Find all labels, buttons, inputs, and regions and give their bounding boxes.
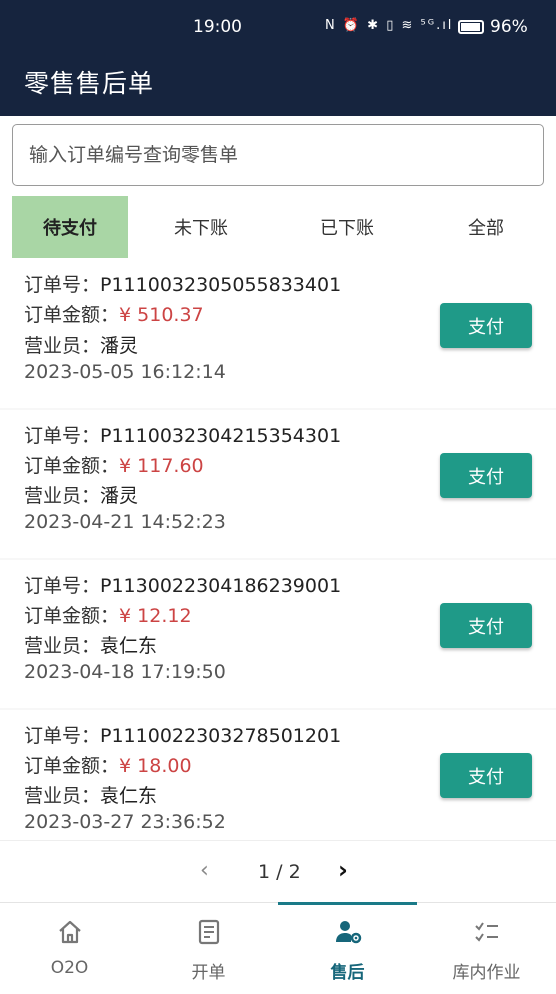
page-title: 零售售后单 [24,69,155,98]
app-bar: 零售售后单 [0,48,556,116]
pay-button[interactable]: 支付 [440,603,532,648]
order-time: 2023-04-21 14:52:23 [24,511,226,533]
clerk-value: 袁仁东 [100,785,158,807]
battery-icon [458,20,484,34]
user-settings-icon [335,921,361,944]
chevron-left-icon[interactable]: ‹ [200,858,209,883]
nav-label: 库内作业 [452,963,521,983]
status-bar: 19:00 N ⏰ ✱ ▯ ≋ ⁵ᴳ.ıl 96% [0,0,556,48]
nav-item-o2o[interactable]: O2O [0,903,139,994]
order-amount-label: 订单金额： [24,455,120,477]
order-amount-label: 订单金额： [24,755,120,777]
clerk-value: 袁仁东 [100,635,158,657]
order-amount-value: ¥ 510.37 [119,304,204,326]
order-card: 订单号：P1130022304186239001 订单金额：¥ 12.12 营业… [0,560,556,708]
order-time: 2023-03-27 23:36:52 [24,811,226,833]
order-amount-value: ¥ 117.60 [119,455,204,477]
clerk-row: 营业员：潘灵 [24,481,138,508]
order-number-label: 订单号： [24,575,101,597]
clerk-row: 营业员：袁仁东 [24,781,157,808]
clerk-label: 营业员： [24,785,101,807]
bottom-nav: O2O 开单 售后 库内作业 [0,902,556,994]
pay-button[interactable]: 支付 [440,453,532,498]
chevron-right-icon[interactable]: › [338,856,348,884]
status-time: 19:00 [193,17,242,37]
order-number-value: P1110032304215354301 [100,425,342,447]
order-number-label: 订单号： [24,725,101,747]
clerk-value: 潘灵 [100,335,139,357]
clerk-label: 营业员： [24,635,101,657]
nav-item-warehouse-ops[interactable]: 库内作业 [417,903,556,994]
order-amount-row: 订单金额：¥ 117.60 [24,451,204,478]
pagination: ‹ 1 / 2 › [0,840,556,902]
status-icons: N ⏰ ✱ ▯ ≋ ⁵ᴳ.ıl [325,18,454,33]
order-card: 订单号：P1110022303278501201 订单金额：¥ 18.00 营业… [0,710,556,840]
battery-percent: 96% [490,17,528,37]
order-amount-value: ¥ 12.12 [119,605,192,627]
order-number-label: 订单号： [24,274,101,296]
nav-item-create-order[interactable]: 开单 [139,903,278,994]
order-card: 订单号：P1110032305055833401 订单金额：¥ 510.37 营… [0,260,556,408]
order-amount-row: 订单金额：¥ 510.37 [24,300,204,327]
order-time: 2023-04-18 17:19:50 [24,661,226,683]
home-icon [58,920,81,944]
order-time: 2023-05-05 16:12:14 [24,361,226,383]
clerk-row: 营业员：袁仁东 [24,631,157,658]
tab-not-posted[interactable]: 未下账 [143,196,259,258]
order-amount-row: 订单金额：¥ 18.00 [24,751,192,778]
order-number-row: 订单号：P1110032304215354301 [24,421,341,448]
order-number-row: 订单号：P1130022304186239001 [24,571,341,598]
order-number-row: 订单号：P1110032305055833401 [24,270,341,297]
order-amount-label: 订单金额： [24,605,120,627]
order-number-value: P1110022303278501201 [100,725,342,747]
tab-pending-payment[interactable]: 待支付 [12,196,128,258]
receipt-icon [198,919,219,945]
tab-all[interactable]: 全部 [428,196,544,258]
nav-label: 开单 [191,963,226,983]
clerk-label: 营业员： [24,335,101,357]
clerk-label: 营业员： [24,485,101,507]
nav-label: 售后 [330,963,365,983]
tab-posted[interactable]: 已下账 [289,196,405,258]
order-number-label: 订单号： [24,425,101,447]
order-amount-value: ¥ 18.00 [119,755,192,777]
clerk-value: 潘灵 [100,485,139,507]
search-input[interactable] [12,124,544,186]
pay-button[interactable]: 支付 [440,753,532,798]
filter-tabs: 待支付 未下账 已下账 全部 [12,196,556,258]
search-container [12,124,544,186]
order-list[interactable]: 订单号：P1110032305055833401 订单金额：¥ 510.37 营… [0,260,556,840]
order-card: 订单号：P1110032304215354301 订单金额：¥ 117.60 营… [0,410,556,558]
pay-button[interactable]: 支付 [440,303,532,348]
page-indicator: 1 / 2 [258,861,301,883]
checklist-icon [474,922,498,942]
nav-item-after-sales[interactable]: 售后 [278,903,417,994]
order-amount-label: 订单金额： [24,304,120,326]
nav-label: O2O [50,958,89,978]
order-number-value: P1130022304186239001 [100,575,342,597]
order-number-value: P1110032305055833401 [100,274,342,296]
order-number-row: 订单号：P1110022303278501201 [24,721,341,748]
clerk-row: 营业员：潘灵 [24,331,138,358]
order-amount-row: 订单金额：¥ 12.12 [24,601,192,628]
